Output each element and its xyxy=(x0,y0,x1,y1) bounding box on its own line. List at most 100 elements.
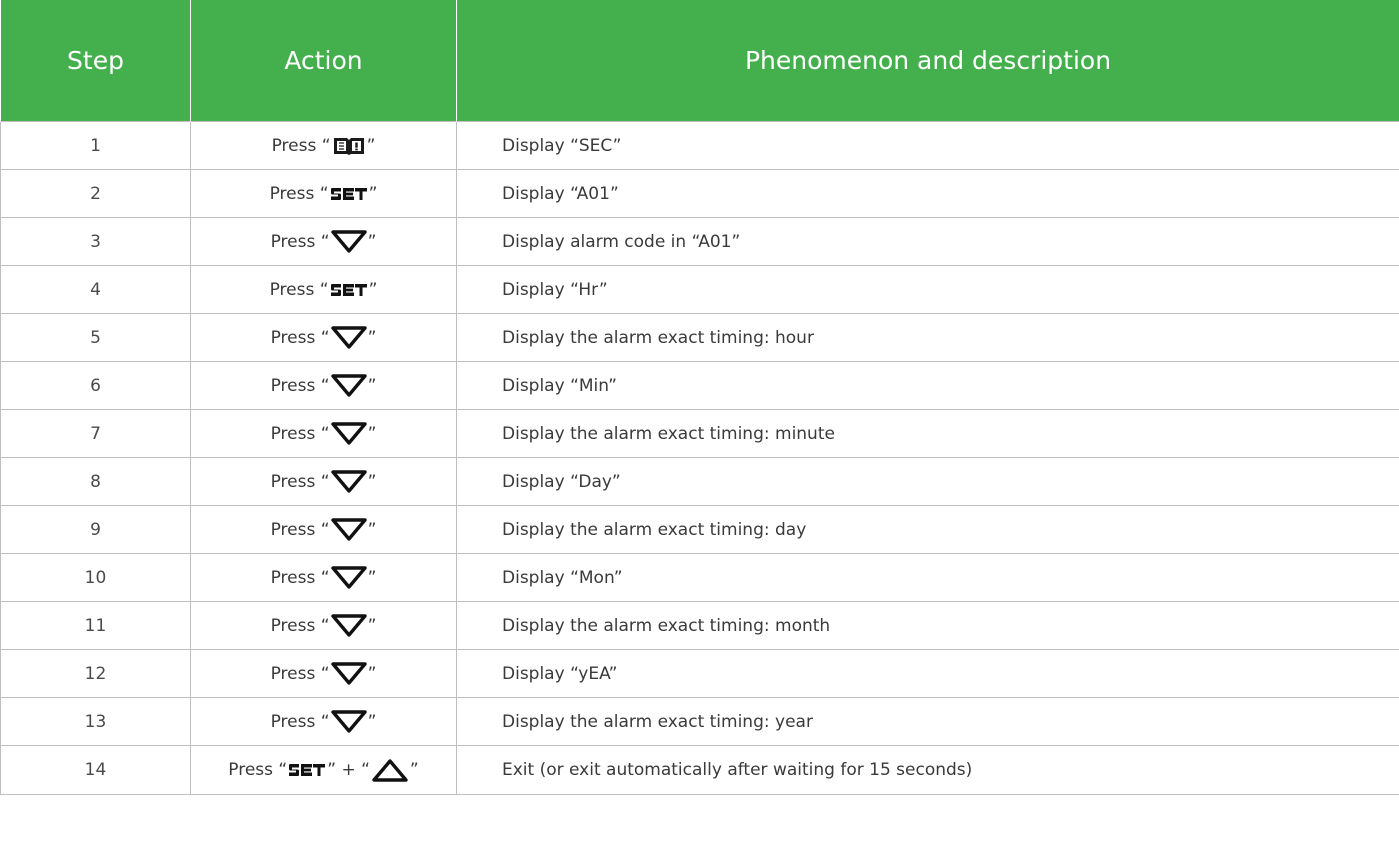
action-cell: Press “ ” xyxy=(190,169,457,218)
description-cell: Display the alarm exact timing: day xyxy=(456,505,1399,554)
action-cell: Press “ ” xyxy=(190,505,457,554)
table-row: 12 Press “ ” Display “yEA” xyxy=(0,649,1399,698)
step-number: 12 xyxy=(0,649,191,698)
down-triangle-icon xyxy=(330,422,367,445)
open-quote: “ xyxy=(320,663,330,684)
step-number: 11 xyxy=(0,601,191,650)
action-cell: Press “ ” + “ ” xyxy=(190,745,457,795)
step-number: 10 xyxy=(0,553,191,602)
down-triangle-icon xyxy=(330,614,367,637)
press-label: Press xyxy=(270,711,316,732)
close-quote: ” xyxy=(367,375,377,396)
press-label: Press xyxy=(269,183,315,204)
open-quote: “ xyxy=(361,760,370,780)
table-row: 14 Press “ ” + “ ” Exit (or exit automatical… xyxy=(0,745,1399,795)
table-row: 11 Press “ ” Display the alarm exact timing… xyxy=(0,601,1399,650)
close-quote: ” xyxy=(366,135,376,156)
close-quote: ” xyxy=(367,231,377,252)
open-quote: “ xyxy=(320,519,330,540)
press-label: Press xyxy=(271,135,317,156)
step-number: 6 xyxy=(0,361,191,410)
close-quote: ” xyxy=(367,519,377,540)
description-cell: Display the alarm exact timing: hour xyxy=(456,313,1399,362)
description-cell: Display the alarm exact timing: month xyxy=(456,601,1399,650)
press-label: Press xyxy=(270,519,316,540)
step-number: 8 xyxy=(0,457,191,506)
table-row: 13 Press “ ” Display the alarm exact timing… xyxy=(0,697,1399,746)
table-row: 4 Press “ ” Display “Hr” xyxy=(0,265,1399,314)
down-triangle-icon xyxy=(330,662,367,685)
action-cell: Press “ ” xyxy=(190,217,457,266)
description-cell: Display the alarm exact timing: minute xyxy=(456,409,1399,458)
press-label: Press xyxy=(270,423,316,444)
header-description: Phenomenon and description xyxy=(456,0,1399,122)
step-number: 5 xyxy=(0,313,191,362)
table-header-row: Step Action Phenomenon and description xyxy=(0,0,1399,122)
action-cell: Press “ ” xyxy=(190,649,457,698)
description-cell: Display the alarm exact timing: year xyxy=(456,697,1399,746)
table-row: 5 Press “ ” Display the alarm exact timing:… xyxy=(0,313,1399,362)
down-triangle-icon xyxy=(330,518,367,541)
step-number: 9 xyxy=(0,505,191,554)
table-row: 6 Press “ ” Display “Min” xyxy=(0,361,1399,410)
set-key-icon xyxy=(288,763,326,777)
description-cell: Display “SEC” xyxy=(456,121,1399,170)
header-step: Step xyxy=(0,0,191,122)
table-row: 2 Press “ ” Display “A01” xyxy=(0,169,1399,218)
down-triangle-icon xyxy=(330,470,367,493)
step-number: 3 xyxy=(0,217,191,266)
open-quote: “ xyxy=(320,471,330,492)
action-cell: Press “ ” xyxy=(190,457,457,506)
step-number: 1 xyxy=(0,121,191,170)
description-cell: Display alarm code in “A01” xyxy=(456,217,1399,266)
action-cell: Press “ ” xyxy=(190,697,457,746)
down-triangle-icon xyxy=(330,326,367,349)
table-row: 10 Press “ ” Display “Mon” xyxy=(0,553,1399,602)
press-label: Press xyxy=(228,760,274,780)
set-key-icon xyxy=(330,283,368,297)
step-number: 7 xyxy=(0,409,191,458)
down-triangle-icon xyxy=(330,566,367,589)
action-cell: Press “ ” xyxy=(190,121,457,170)
description-cell: Display “A01” xyxy=(456,169,1399,218)
close-quote: ” xyxy=(367,327,377,348)
press-label: Press xyxy=(270,375,316,396)
description-cell: Display “Day” xyxy=(456,457,1399,506)
open-quote: “ xyxy=(320,711,330,732)
down-triangle-icon xyxy=(330,710,367,733)
press-label: Press xyxy=(269,279,315,300)
description-cell: Exit (or exit automatically after waitin… xyxy=(456,745,1399,795)
open-quote: “ xyxy=(278,760,288,780)
press-label: Press xyxy=(270,327,316,348)
book-icon xyxy=(332,136,366,156)
open-quote: “ xyxy=(321,135,331,156)
press-label: Press xyxy=(270,471,316,492)
open-quote: “ xyxy=(320,567,330,588)
close-quote: ” xyxy=(367,567,377,588)
plus-sign: + xyxy=(336,760,362,780)
table-row: 9 Press “ ” Display the alarm exact timing:… xyxy=(0,505,1399,554)
action-cell: Press “ ” xyxy=(190,409,457,458)
step-number: 13 xyxy=(0,697,191,746)
step-number: 14 xyxy=(0,745,191,795)
description-cell: Display “Mon” xyxy=(456,553,1399,602)
close-quote: ” xyxy=(368,279,378,300)
up-triangle-icon xyxy=(371,758,409,782)
step-number: 4 xyxy=(0,265,191,314)
press-label: Press xyxy=(270,231,316,252)
open-quote: “ xyxy=(320,423,330,444)
close-quote: ” xyxy=(367,423,377,444)
action-cell: Press “ ” xyxy=(190,553,457,602)
action-cell: Press “ ” xyxy=(190,313,457,362)
close-quote: ” xyxy=(367,663,377,684)
down-triangle-icon xyxy=(330,230,367,253)
close-quote: ” xyxy=(367,615,377,636)
description-cell: Display “Min” xyxy=(456,361,1399,410)
description-cell: Display “Hr” xyxy=(456,265,1399,314)
table-row: 8 Press “ ” Display “Day” xyxy=(0,457,1399,506)
open-quote: “ xyxy=(319,183,329,204)
action-cell: Press “ ” xyxy=(190,361,457,410)
alarm-steps-table: Step Action Phenomenon and description 1… xyxy=(0,0,1399,795)
open-quote: “ xyxy=(320,375,330,396)
step-number: 2 xyxy=(0,169,191,218)
